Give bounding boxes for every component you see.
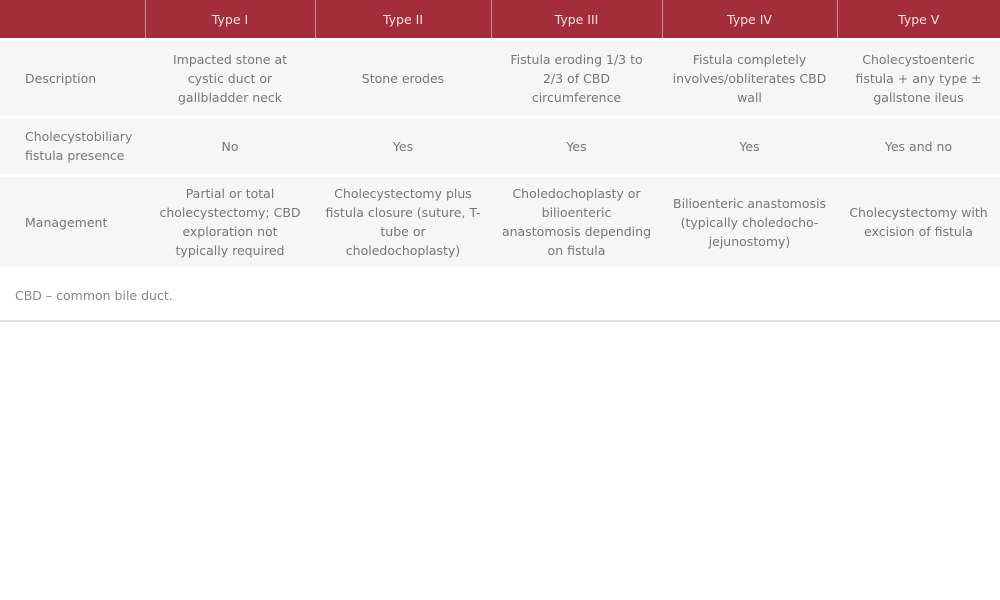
table-cell: No: [145, 115, 315, 176]
table-cell: Yes: [491, 115, 662, 176]
table-cell: Yes: [315, 115, 491, 176]
table-cell: Cholecystectomy plus fistula closure (su…: [315, 174, 491, 267]
table-cell: Fistula eroding 1/3 to 2/3 of CBD circum…: [491, 38, 662, 117]
table-cell: Cholecystectomy with excision of fistula: [837, 174, 1000, 267]
table-cell: Bilioenteric anastomosis (typically chol…: [662, 174, 837, 267]
row-label: Cholecystobiliary fistula presence: [0, 115, 145, 176]
header-row: Type I Type II Type III Type IV Type V: [0, 0, 1000, 40]
table-footnote: CBD – common bile duct.: [15, 288, 173, 303]
divider: [0, 320, 1000, 322]
row-label: Description: [0, 38, 145, 117]
header-cell-type-1: Type I: [144, 0, 315, 40]
header-cell-type-3: Type III: [490, 0, 662, 40]
table-cell: Yes and no: [837, 115, 1000, 176]
table-cell: Partial or total cholecystectomy; CBD ex…: [145, 174, 315, 267]
table-cell: Fistula completely involves/obliterates …: [662, 38, 837, 117]
table-cell: Choledochoplasty or bilioenteric anastom…: [491, 174, 662, 267]
table-cell: Stone erodes: [315, 38, 491, 117]
header-cell-empty: [0, 0, 145, 40]
header-cell-type-2: Type II: [314, 0, 491, 40]
table-cell: Cholecystoenteric fistula + any type ± g…: [837, 38, 1000, 117]
row-label: Management: [0, 174, 145, 267]
header-cell-type-5: Type V: [836, 0, 1000, 40]
classification-table: Type I Type II Type III Type IV Type V D…: [0, 0, 1000, 267]
table-row-management: Management Partial or total cholecystect…: [0, 174, 1000, 267]
table-cell: Impacted stone at cystic duct or gallbla…: [145, 38, 315, 117]
table-row-fistula-presence: Cholecystobiliary fistula presence No Ye…: [0, 115, 1000, 176]
table-row-description: Description Impacted stone at cystic duc…: [0, 38, 1000, 117]
table-cell: Yes: [662, 115, 837, 176]
header-cell-type-4: Type IV: [661, 0, 837, 40]
